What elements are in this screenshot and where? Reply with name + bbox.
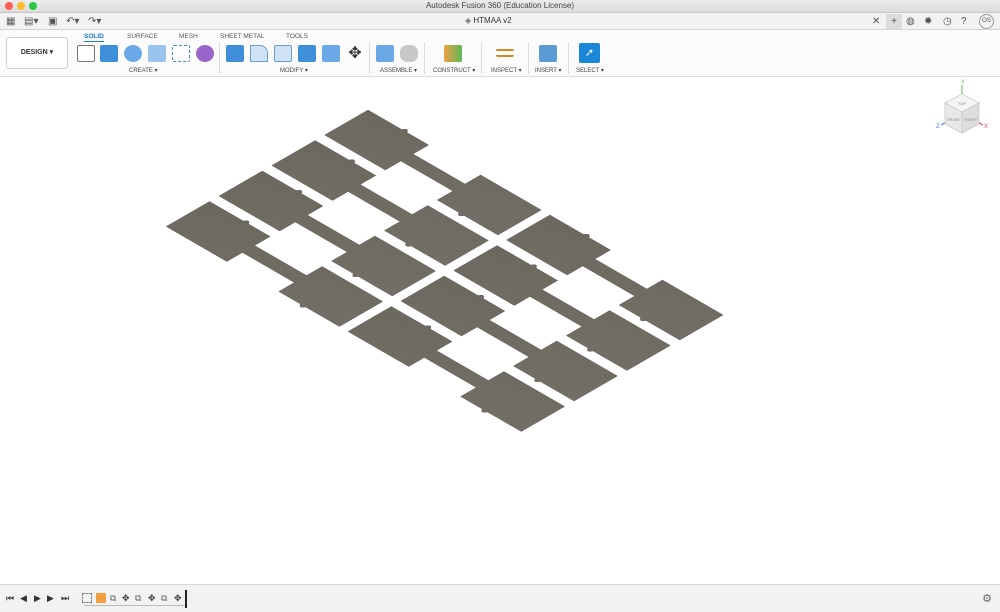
offset-plane-icon[interactable] <box>444 45 462 62</box>
save-icon[interactable]: ▣ <box>48 16 57 27</box>
tab-tools[interactable]: TOOLS <box>286 33 308 40</box>
shell-icon[interactable] <box>322 45 340 62</box>
move-icon[interactable]: ✥ <box>346 45 364 62</box>
quick-access-bar: ▦ ▤▾ ▣ ↶▾ ↷▾ ◈ HTMAA v2 ✕ + ◍ ✹ ◷ ? OS <box>0 13 1000 30</box>
chamfer-icon[interactable] <box>274 45 292 62</box>
viewcube-right-label: RIGHT <box>965 117 978 122</box>
axis-y-label: Y <box>961 80 965 86</box>
viewcube-top-label: TOP <box>958 101 966 106</box>
document-tab-label: HTMAA v2 <box>473 16 512 25</box>
new-component-icon[interactable] <box>376 45 394 62</box>
insert-image-icon[interactable] <box>539 45 557 62</box>
gear-icon[interactable]: ⚙ <box>982 592 992 605</box>
workspace-switcher[interactable]: DESIGN ▾ <box>6 37 68 69</box>
file-icon[interactable]: ▤▾ <box>24 16 38 27</box>
timeline-move-icon[interactable]: ✥ <box>122 593 130 603</box>
extrude-icon[interactable] <box>100 45 118 62</box>
step-forward-icon[interactable]: ▶ <box>47 593 54 603</box>
toolbar-ribbon: DESIGN ▾ SOLID SURFACE MESH SHEET METAL … <box>0 30 1000 77</box>
close-tab-icon[interactable]: ✕ <box>872 16 880 27</box>
new-tab-icon[interactable]: + <box>886 14 902 29</box>
document-tab[interactable]: ◈ HTMAA v2 <box>465 16 512 25</box>
combine-icon[interactable] <box>298 45 316 62</box>
canvas-viewport[interactable]: TOP FRONT RIGHT Y Z X <box>0 77 1000 583</box>
hole-icon[interactable] <box>148 45 166 62</box>
pattern-icon[interactable] <box>172 45 190 62</box>
play-icon[interactable]: ▶ <box>34 593 41 603</box>
fillet-icon[interactable] <box>250 45 268 62</box>
joint-icon[interactable] <box>400 45 418 62</box>
select-cursor-icon[interactable]: ➚ <box>579 43 600 63</box>
press-pull-icon[interactable] <box>226 45 244 62</box>
create-sketch-icon[interactable] <box>77 45 95 62</box>
tab-sheet-metal[interactable]: SHEET METAL <box>220 33 265 40</box>
modify-menu[interactable]: MODIFY ▾ <box>280 67 308 74</box>
redo-icon[interactable]: ↷▾ <box>88 16 101 27</box>
title-bar: Autodesk Fusion 360 (Education License) <box>0 0 1000 13</box>
select-menu[interactable]: SELECT ▾ <box>576 67 604 74</box>
undo-icon[interactable]: ↶▾ <box>66 16 79 27</box>
tab-surface[interactable]: SURFACE <box>127 33 158 40</box>
timeline-combine-icon[interactable]: ⧉ <box>161 593 167 603</box>
inspect-menu[interactable]: INSPECT ▾ <box>491 67 522 74</box>
job-status-icon[interactable]: ◍ <box>906 16 915 27</box>
go-to-end-icon[interactable]: ⏭ <box>61 593 69 603</box>
window-title: Autodesk Fusion 360 (Education License) <box>425 1 575 10</box>
insert-menu[interactable]: INSERT ▾ <box>535 67 561 74</box>
axis-z-label: Z <box>936 124 940 130</box>
timeline-move-icon[interactable]: ✥ <box>148 593 156 603</box>
step-back-icon[interactable]: ◀ <box>20 593 27 603</box>
timeline-sketch-icon[interactable] <box>82 593 92 603</box>
timeline-track <box>84 605 186 606</box>
form-icon[interactable] <box>196 45 214 62</box>
model-canvas[interactable]: TOP FRONT RIGHT Y Z X <box>0 77 1000 583</box>
assemble-menu[interactable]: ASSEMBLE ▾ <box>380 67 417 74</box>
timeline-combine-icon[interactable]: ⧉ <box>135 593 141 603</box>
construct-menu[interactable]: CONSTRUCT ▾ <box>433 67 475 74</box>
timeline-feature-icon[interactable] <box>96 593 106 603</box>
axis-x-label: X <box>984 124 988 130</box>
timeline-move-icon[interactable]: ✥ <box>174 593 182 603</box>
revolve-icon[interactable] <box>124 45 142 62</box>
timeline-combine-icon[interactable]: ⧉ <box>110 593 116 603</box>
timeline-marker-icon[interactable] <box>185 590 187 608</box>
notifications-icon[interactable]: ✹ <box>924 16 932 27</box>
viewcube[interactable]: TOP FRONT RIGHT Y Z X <box>936 80 988 134</box>
help-icon[interactable]: ? <box>961 16 967 27</box>
create-menu[interactable]: CREATE ▾ <box>129 67 158 74</box>
tab-mesh[interactable]: MESH <box>179 33 198 40</box>
viewcube-front-label: FRONT <box>947 117 961 122</box>
go-to-start-icon[interactable]: ⏮ <box>6 593 14 603</box>
timeline-bar: ⏮ ◀ ▶ ▶ ⏭ ⧉ ✥ ⧉ ✥ ⧉ ✥ ⚙ <box>0 584 1000 612</box>
measure-icon[interactable] <box>496 49 514 57</box>
app-grid-icon[interactable]: ▦ <box>6 16 15 27</box>
user-avatar[interactable]: OS <box>979 14 994 29</box>
clock-icon[interactable]: ◷ <box>943 16 952 27</box>
tab-solid[interactable]: SOLID <box>84 33 104 42</box>
